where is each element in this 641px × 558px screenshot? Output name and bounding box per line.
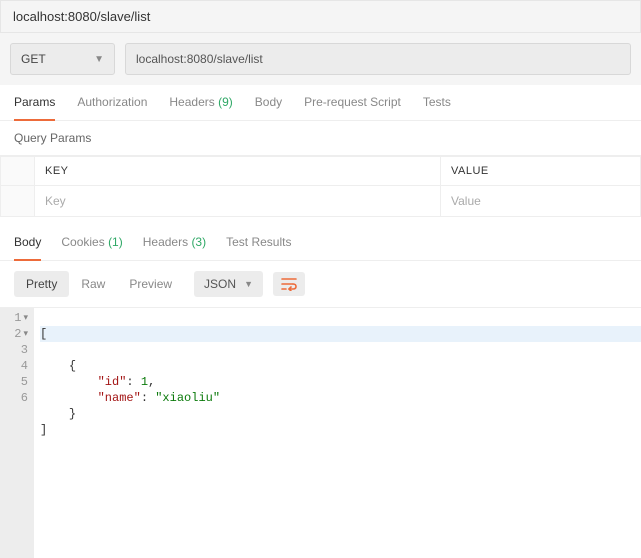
row-checkbox-cell[interactable]	[1, 186, 35, 217]
pretty-button[interactable]: Pretty	[14, 271, 69, 297]
line-gutter: 1▾ 2▾ 3 4 5 6	[0, 308, 34, 558]
http-method-select[interactable]: GET ▼	[10, 43, 115, 75]
url-value: localhost:8080/slave/list	[136, 52, 263, 66]
tab-authorization[interactable]: Authorization	[77, 95, 147, 120]
chevron-down-icon: ▼	[244, 279, 253, 289]
format-select[interactable]: JSON ▼	[194, 271, 263, 297]
request-title-bar: localhost:8080/slave/list	[0, 0, 641, 33]
http-method-label: GET	[21, 52, 46, 66]
response-toolbar: Pretty Raw Preview JSON ▼	[0, 261, 641, 307]
preview-button[interactable]: Preview	[117, 271, 184, 297]
resp-tab-testresults[interactable]: Test Results	[226, 235, 291, 260]
tab-prerequest[interactable]: Pre-request Script	[304, 95, 401, 120]
wrap-icon	[281, 277, 297, 291]
code-content[interactable]: [ { "id": 1, "name": "xiaoliu" } ]	[34, 308, 641, 558]
resp-tab-cookies[interactable]: Cookies (1)	[61, 235, 122, 260]
headers-count: (9)	[218, 95, 233, 109]
resp-tab-headers[interactable]: Headers (3)	[143, 235, 206, 260]
chevron-down-icon: ▼	[94, 54, 104, 65]
query-params-table: KEY VALUE Key Value	[0, 156, 641, 217]
response-tabs: Body Cookies (1) Headers (3) Test Result…	[0, 223, 641, 261]
query-params-label: Query Params	[0, 121, 641, 156]
value-input[interactable]: Value	[441, 186, 641, 217]
cookies-count: (1)	[108, 235, 123, 249]
raw-button[interactable]: Raw	[69, 271, 117, 297]
format-label: JSON	[204, 277, 236, 291]
key-header: KEY	[35, 157, 441, 186]
view-mode-group: Pretty Raw Preview	[14, 271, 184, 297]
tab-params[interactable]: Params	[14, 95, 55, 121]
resp-headers-count: (3)	[191, 235, 206, 249]
checkbox-header	[1, 157, 35, 186]
table-row: Key Value	[1, 186, 641, 217]
table-header-row: KEY VALUE	[1, 157, 641, 186]
tab-body[interactable]: Body	[255, 95, 282, 120]
fold-icon[interactable]: ▾	[23, 310, 28, 326]
wrap-lines-button[interactable]	[273, 272, 305, 296]
value-header: VALUE	[441, 157, 641, 186]
fold-icon[interactable]: ▾	[23, 326, 28, 342]
url-input[interactable]: localhost:8080/slave/list	[125, 43, 631, 75]
resp-tab-body[interactable]: Body	[14, 235, 41, 261]
request-row: GET ▼ localhost:8080/slave/list	[0, 33, 641, 85]
key-input[interactable]: Key	[35, 186, 441, 217]
tab-tests[interactable]: Tests	[423, 95, 451, 120]
response-body-editor: 1▾ 2▾ 3 4 5 6 [ { "id": 1, "name": "xiao…	[0, 307, 641, 558]
tab-headers[interactable]: Headers (9)	[169, 95, 232, 120]
request-tabs: Params Authorization Headers (9) Body Pr…	[0, 85, 641, 121]
request-title: localhost:8080/slave/list	[13, 9, 150, 24]
